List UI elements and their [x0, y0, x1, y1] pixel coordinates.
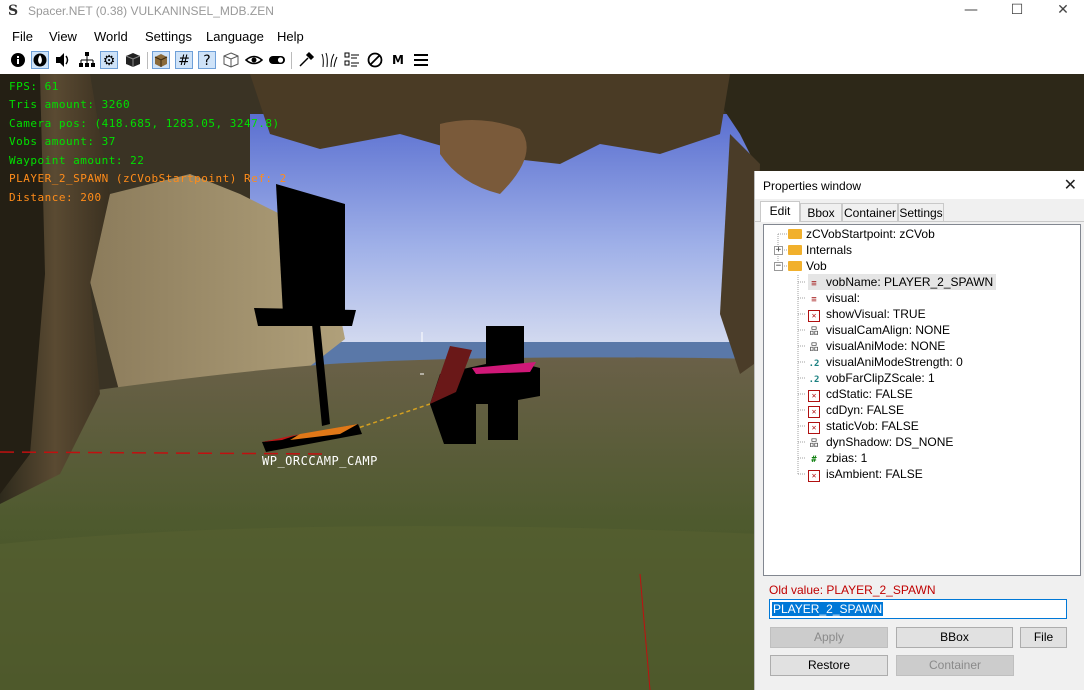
menu-bar: File View World Settings Language Help	[0, 26, 1084, 48]
texture-icon[interactable]	[152, 51, 170, 69]
folder-icon	[788, 261, 802, 271]
property-row[interactable]: 品 visualCamAlign: NONE	[808, 322, 950, 338]
toggle-icon[interactable]	[268, 51, 286, 69]
properties-close-icon[interactable]: ✕	[1064, 175, 1077, 194]
string-prop-icon: ≡	[811, 279, 817, 289]
hud-tris: Tris amount: 3260	[9, 98, 131, 111]
bool-prop-icon: ✕	[808, 310, 820, 322]
menu-language[interactable]: Language	[206, 29, 264, 44]
property-row[interactable]: .2 vobFarClipZScale: 1	[808, 370, 935, 386]
tab-edit[interactable]: Edit	[760, 201, 800, 222]
property-row[interactable]: ✕ staticVob: FALSE	[808, 418, 919, 434]
fire-icon[interactable]	[31, 51, 49, 69]
float-prop-icon: .2	[808, 375, 820, 385]
hud-selected-vob: PLAYER_2_SPAWN (zCVobStartpoint) Ref: 2	[9, 172, 287, 185]
apply-button[interactable]: Apply	[770, 627, 888, 648]
menu-file[interactable]: File	[12, 29, 33, 44]
folder-icon	[788, 229, 802, 239]
bool-prop-icon: ✕	[808, 470, 820, 482]
property-row[interactable]: 品 visualAniMode: NONE	[808, 338, 945, 354]
menu-world[interactable]: World	[94, 29, 128, 44]
help-icon[interactable]: ?	[198, 51, 216, 69]
menu-settings[interactable]: Settings	[145, 29, 192, 44]
info-icon[interactable]	[9, 51, 27, 69]
properties-header: Properties window ✕	[755, 171, 1084, 199]
speaker-icon[interactable]	[54, 51, 72, 69]
no-entry-icon[interactable]	[366, 51, 384, 69]
grid-icon[interactable]: #	[175, 51, 193, 69]
tab-settings[interactable]: Settings	[898, 203, 944, 222]
hud-waypoints: Waypoint amount: 22	[9, 154, 145, 167]
gear-icon[interactable]: ⚙	[100, 51, 118, 69]
properties-window: Properties window ✕ Edit Bbox Container …	[754, 171, 1084, 690]
hud-fps: FPS: 61	[9, 80, 59, 93]
tab-bbox[interactable]: Bbox	[800, 203, 842, 222]
property-row[interactable]: .2 visualAniModeStrength: 0	[808, 354, 963, 370]
bool-prop-icon: ✕	[808, 406, 820, 418]
picker-icon[interactable]	[297, 51, 315, 69]
hud-vobs: Vobs amount: 37	[9, 135, 116, 148]
cube-dark-icon[interactable]	[124, 51, 142, 69]
property-tree[interactable]: + − zCVobStartpoint: zCVob Internals Vob…	[763, 224, 1081, 576]
restore-button[interactable]: Restore	[770, 655, 888, 676]
menu-icon[interactable]	[412, 51, 430, 69]
close-button[interactable]: ✕	[1040, 0, 1084, 22]
menu-view[interactable]: View	[49, 29, 77, 44]
waypoint-label: WP_ORCCAMP_CAMP	[262, 454, 378, 468]
minimize-button[interactable]: —	[948, 0, 994, 22]
toolbar-separator	[291, 52, 292, 69]
maximize-button[interactable]: ☐	[994, 0, 1040, 22]
string-prop-icon: ≡	[811, 295, 817, 305]
value-edit-field[interactable]: PLAYER_2_SPAWN	[769, 599, 1067, 619]
toolbar-separator	[147, 52, 148, 69]
m-letter-icon[interactable]: M	[389, 51, 407, 69]
properties-title: Properties window	[763, 179, 862, 193]
property-row[interactable]: ≡ visual:	[808, 290, 860, 306]
property-row[interactable]: ≡ vobName: PLAYER_2_SPAWN	[808, 274, 997, 290]
file-button[interactable]: File	[1020, 627, 1067, 648]
enum-prop-icon: 品	[809, 343, 819, 353]
bool-prop-icon: ✕	[808, 390, 820, 402]
container-button[interactable]: Container	[896, 655, 1014, 676]
old-value-label: Old value: PLAYER_2_SPAWN	[769, 583, 936, 597]
eye-icon[interactable]	[244, 51, 264, 69]
wireframe-cube-icon[interactable]	[222, 51, 240, 69]
grass-icon[interactable]	[320, 51, 338, 69]
hud-camera-pos: Camera pos: (418.685, 1283.05, 3247.8)	[9, 117, 280, 130]
tree-vob[interactable]: Vob	[788, 258, 827, 274]
property-row[interactable]: ✕ showVisual: TRUE	[808, 306, 926, 322]
hierarchy-icon[interactable]	[78, 51, 96, 69]
window-title: Spacer.NET (0.38) VULKANINSEL_MDB.ZEN	[28, 4, 274, 18]
property-row[interactable]: ✕ cdDyn: FALSE	[808, 402, 904, 418]
title-bar: S Spacer.NET (0.38) VULKANINSEL_MDB.ZEN …	[0, 0, 1084, 24]
collapse-vob[interactable]: −	[774, 262, 783, 271]
enum-prop-icon: 品	[809, 439, 819, 449]
property-row[interactable]: # zbias: 1	[808, 450, 867, 466]
tab-container[interactable]: Container	[842, 203, 898, 222]
bbox-button[interactable]: BBox	[896, 627, 1013, 648]
float-prop-icon: .2	[808, 359, 820, 369]
expand-internals[interactable]: +	[774, 246, 783, 255]
menu-help[interactable]: Help	[277, 29, 304, 44]
property-row[interactable]: 品 dynShadow: DS_NONE	[808, 434, 953, 450]
list-icon[interactable]	[343, 51, 361, 69]
property-row[interactable]: ✕ isAmbient: FALSE	[808, 466, 923, 482]
tree-root[interactable]: zCVobStartpoint: zCVob	[788, 226, 935, 242]
int-prop-icon: #	[811, 455, 817, 465]
enum-prop-icon: 品	[809, 327, 819, 337]
tree-internals[interactable]: Internals	[788, 242, 852, 258]
value-edit-text: PLAYER_2_SPAWN	[772, 602, 884, 616]
folder-icon	[788, 245, 802, 255]
property-row[interactable]: ✕ cdStatic: FALSE	[808, 386, 913, 402]
app-logo-icon: S	[8, 3, 19, 19]
bool-prop-icon: ✕	[808, 422, 820, 434]
hud-distance: Distance: 200	[9, 191, 102, 204]
toolbar: ⚙ # ? M	[0, 49, 1084, 73]
